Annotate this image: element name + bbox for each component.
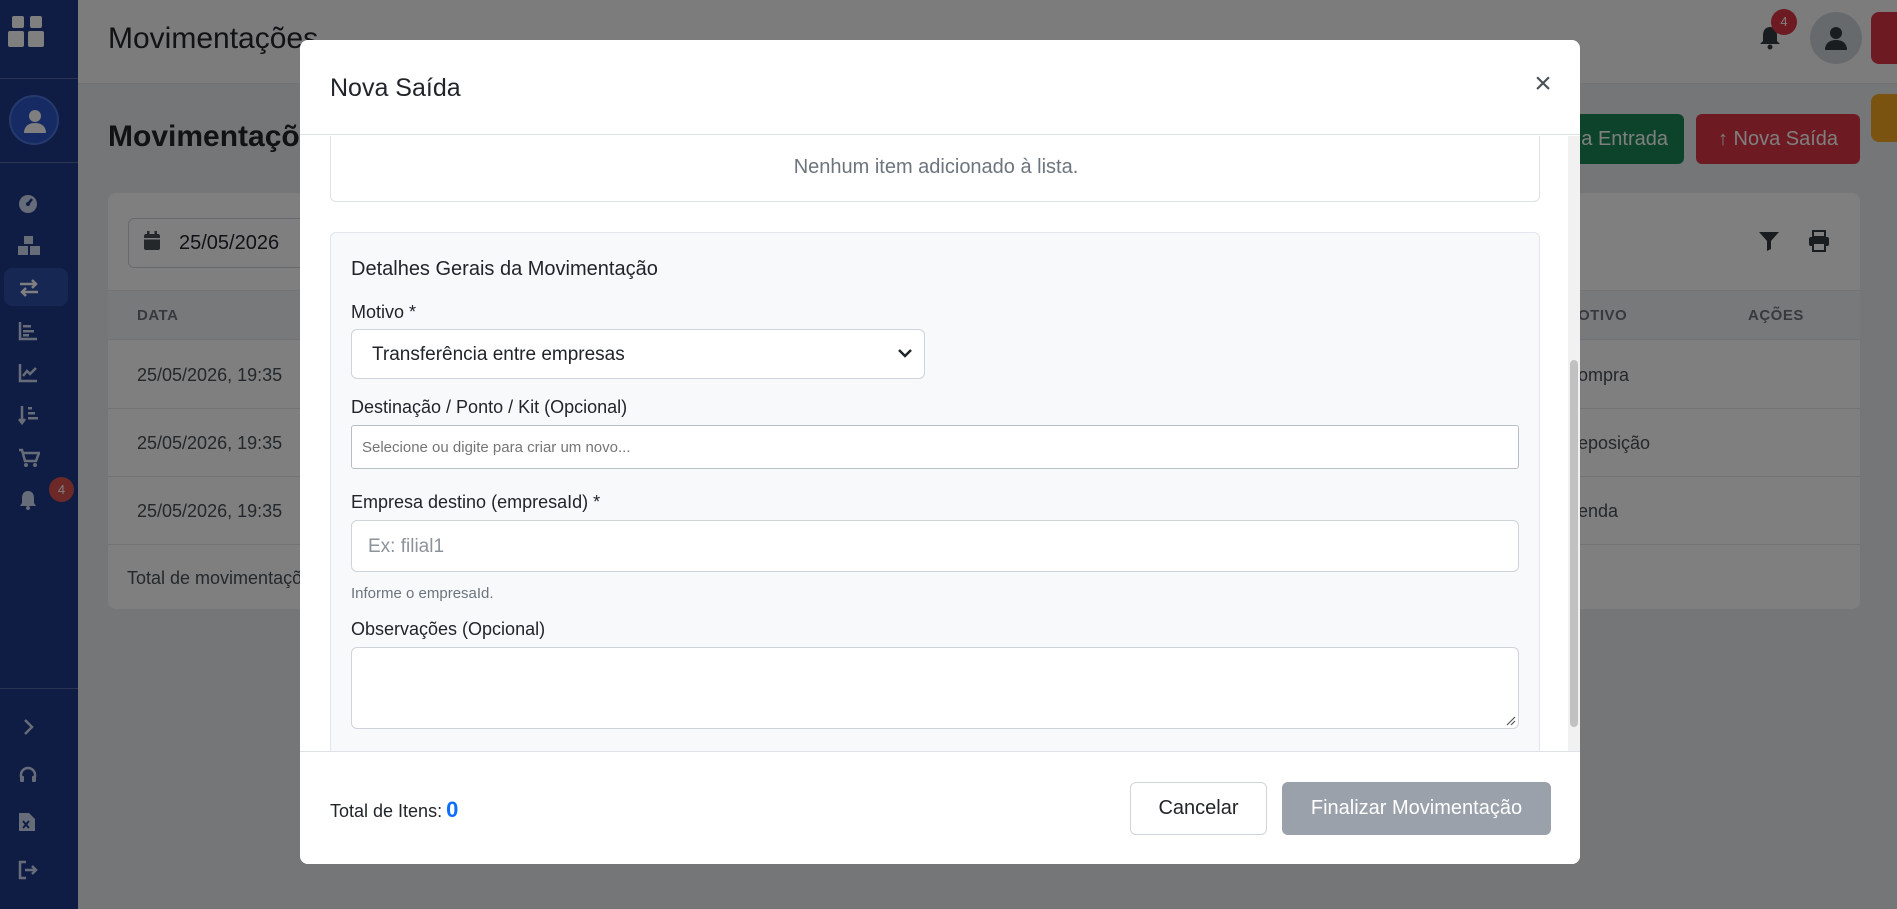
destinacao-combobox[interactable]: Selecione ou digite para criar um novo..…: [351, 425, 1519, 469]
empresa-help-text: Informe o empresaId.: [351, 585, 494, 602]
finalize-button[interactable]: Finalizar Movimentação: [1282, 782, 1551, 835]
chevron-down-icon: [898, 349, 912, 358]
cancel-button[interactable]: Cancelar: [1130, 782, 1267, 835]
items-list: Nenhum item adicionado à lista.: [330, 136, 1540, 202]
destinacao-placeholder: Selecione ou digite para criar um novo..…: [362, 439, 631, 456]
new-exit-modal: Nova Saída × Nenhum item adicionado à li…: [300, 40, 1580, 864]
total-items: Total de Itens: 0: [330, 797, 458, 823]
observacoes-textarea[interactable]: [351, 647, 1519, 729]
motivo-label: Motivo *: [351, 302, 417, 322]
modal-scrollbar-thumb[interactable]: [1570, 360, 1578, 727]
empresa-destino-input[interactable]: Ex: filial1: [351, 520, 1519, 572]
empty-list-message: Nenhum item adicionado à lista.: [793, 156, 1079, 178]
total-items-value: 0: [446, 797, 459, 822]
modal-header: Nova Saída ×: [300, 40, 1580, 135]
close-icon[interactable]: ×: [1529, 69, 1557, 99]
general-details-section: Detalhes Gerais da Movimentação Motivo *…: [330, 232, 1540, 751]
empresa-placeholder: Ex: filial1: [368, 536, 445, 557]
modal-title: Nova Saída: [330, 74, 461, 102]
total-items-label: Total de Itens:: [330, 801, 443, 821]
resize-handle-icon[interactable]: [1506, 716, 1516, 726]
observacoes-label: Observações (Opcional): [351, 619, 546, 639]
empresa-label: Empresa destino (empresaId) *: [351, 492, 601, 512]
details-title: Detalhes Gerais da Movimentação: [351, 258, 658, 280]
modal-footer: Total de Itens: 0 Cancelar Finalizar Movi…: [300, 751, 1580, 864]
modal-body: Nenhum item adicionado à lista. Detalhes…: [300, 136, 1580, 751]
motivo-select[interactable]: Transferência entre empresas: [351, 329, 925, 379]
destinacao-label: Destinação / Ponto / Kit (Opcional): [351, 397, 628, 417]
motivo-selected-value: Transferência entre empresas: [372, 344, 625, 365]
